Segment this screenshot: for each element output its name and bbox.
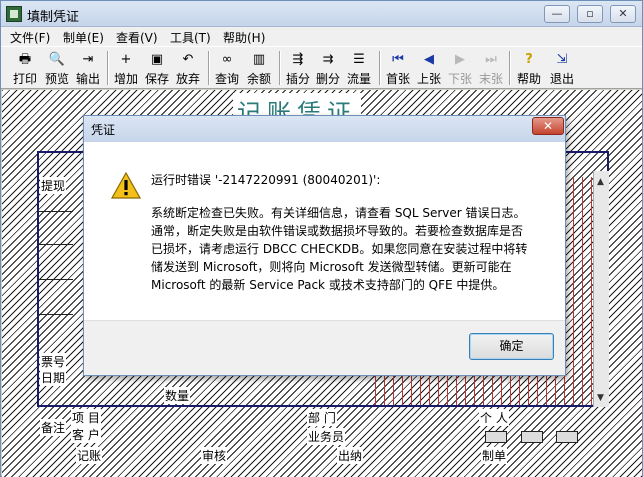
row-divider	[37, 244, 73, 245]
scroll-down-icon[interactable]: ▼	[597, 393, 604, 403]
person-label: 个 人	[479, 409, 509, 426]
toolbar-separator	[509, 51, 511, 85]
prev-icon: ◀	[424, 52, 434, 67]
exit-icon: ⇲	[556, 52, 568, 67]
row-divider	[37, 279, 73, 280]
menu-tools[interactable]: 工具(T)	[170, 29, 211, 46]
dialog-message: 运行时错误 '-2147220991 (80040201)': 系统断定检查已失…	[151, 171, 531, 294]
app-icon	[6, 6, 22, 22]
attachment-button[interactable]	[485, 431, 507, 443]
binoculars-icon: ∞	[221, 52, 233, 67]
previous-record-button[interactable]: ◀ 上张	[414, 49, 444, 87]
close-button[interactable]: ✕	[610, 5, 636, 23]
print-button[interactable]: 🖶 打印	[9, 49, 41, 87]
first-record-button[interactable]: ⏮ 首张	[383, 49, 413, 87]
ok-button[interactable]: 确定	[469, 333, 554, 360]
delete-row-icon: ⇉	[322, 52, 334, 67]
cashier-label: 出纳	[337, 447, 364, 464]
error-heading: 运行时错误 '-2147220991 (80040201)':	[151, 173, 381, 187]
undo-icon: ↶	[182, 52, 194, 67]
toolbar-separator	[379, 51, 381, 85]
row-divider	[37, 211, 73, 212]
grid-scrollbar[interactable]: ▲ ▼	[593, 171, 609, 407]
department-label: 部 门	[307, 409, 337, 426]
minimize-button[interactable]: —	[544, 5, 570, 23]
add-button[interactable]: + 增加	[111, 49, 141, 87]
date-label: 日期	[40, 369, 67, 386]
toolbar: 🖶 打印 🔍 预览 ⇥ 输出 + 增加 ▣ 保存 ↶ 放弃 ∞ 查询 ▥ 余额 ⇶ 插分 ⇉ 删分 …	[1, 46, 642, 89]
last-icon: ⏭	[485, 52, 497, 67]
title-bar: 填制凭证 — ▫ ✕	[1, 1, 642, 27]
add-icon: +	[120, 52, 132, 67]
ticket-no-label: 票号	[40, 353, 67, 370]
save-icon: ▣	[150, 52, 164, 67]
printer-icon: 🖶	[18, 52, 32, 67]
next-icon: ▶	[455, 52, 465, 67]
save-button[interactable]: ▣ 保存	[142, 49, 172, 87]
help-button[interactable]: ? 帮助	[513, 49, 545, 87]
preview-button[interactable]: 🔍 预览	[41, 49, 73, 87]
scroll-up-icon[interactable]: ▲	[597, 177, 604, 187]
dialog-title-bar: 凭证 ✕	[84, 116, 565, 142]
menu-view[interactable]: 查看(V)	[116, 29, 158, 46]
customer-label: 客 户	[71, 426, 101, 443]
row-divider	[37, 314, 73, 315]
insert-row-icon: ⇶	[292, 52, 304, 67]
cash-flow-button[interactable]: ☰ 流量	[344, 49, 374, 87]
menu-bar: 文件(F) 制单(E) 查看(V) 工具(T) 帮助(H)	[1, 27, 642, 46]
window-title: 填制凭证	[27, 10, 80, 25]
query-button[interactable]: ∞ 查询	[212, 49, 242, 87]
export-icon: ⇥	[82, 52, 94, 67]
balance-button[interactable]: ▥ 余额	[244, 49, 274, 87]
dialog-close-button[interactable]: ✕	[532, 117, 564, 135]
delete-row-button[interactable]: ⇉ 删分	[313, 49, 343, 87]
menu-voucher[interactable]: 制单(E)	[63, 29, 104, 46]
prepared-by-label: 制单	[481, 447, 508, 464]
help-icon: ?	[525, 52, 533, 67]
dialog-title: 凭证	[91, 123, 116, 137]
preview-icon: 🔍	[48, 52, 66, 67]
card-button[interactable]	[556, 431, 578, 443]
note-label: 备注	[40, 419, 67, 436]
error-dialog: 凭证 ✕ 运行时错误 '-2147220991 (80040201)': 系统断…	[83, 115, 566, 376]
insert-row-button[interactable]: ⇶ 插分	[283, 49, 313, 87]
reviewed-by-label: 审核	[201, 447, 228, 464]
last-record-button[interactable]: ⏭ 末张	[476, 49, 506, 87]
image-button[interactable]	[521, 431, 543, 443]
project-label: 项 目	[71, 409, 101, 426]
exit-button[interactable]: ⇲ 退出	[546, 49, 578, 87]
flow-icon: ☰	[353, 52, 365, 67]
discard-button[interactable]: ↶ 放弃	[173, 49, 203, 87]
summary-cell-text: 提现	[40, 177, 67, 194]
quantity-label: 数量	[164, 387, 191, 404]
toolbar-separator	[279, 51, 281, 85]
next-record-button[interactable]: ▶ 下张	[445, 49, 475, 87]
warning-icon	[111, 172, 141, 199]
dialog-footer: 确定	[84, 320, 565, 375]
menu-file[interactable]: 文件(F)	[10, 29, 50, 46]
toolbar-separator	[107, 51, 109, 85]
salesman-label: 业务员	[307, 428, 346, 445]
restore-button[interactable]: ▫	[577, 5, 603, 23]
menu-help[interactable]: 帮助(H)	[223, 29, 265, 46]
toolbar-separator	[208, 51, 210, 85]
export-button[interactable]: ⇥ 输出	[73, 49, 103, 87]
posted-by-label: 记账	[76, 447, 103, 464]
error-body: 系统断定检查已失败。有关详细信息，请查看 SQL Server 错误日志。 通常…	[151, 206, 528, 292]
first-icon: ⏮	[392, 52, 404, 67]
balance-chart-icon: ▥	[252, 52, 266, 67]
